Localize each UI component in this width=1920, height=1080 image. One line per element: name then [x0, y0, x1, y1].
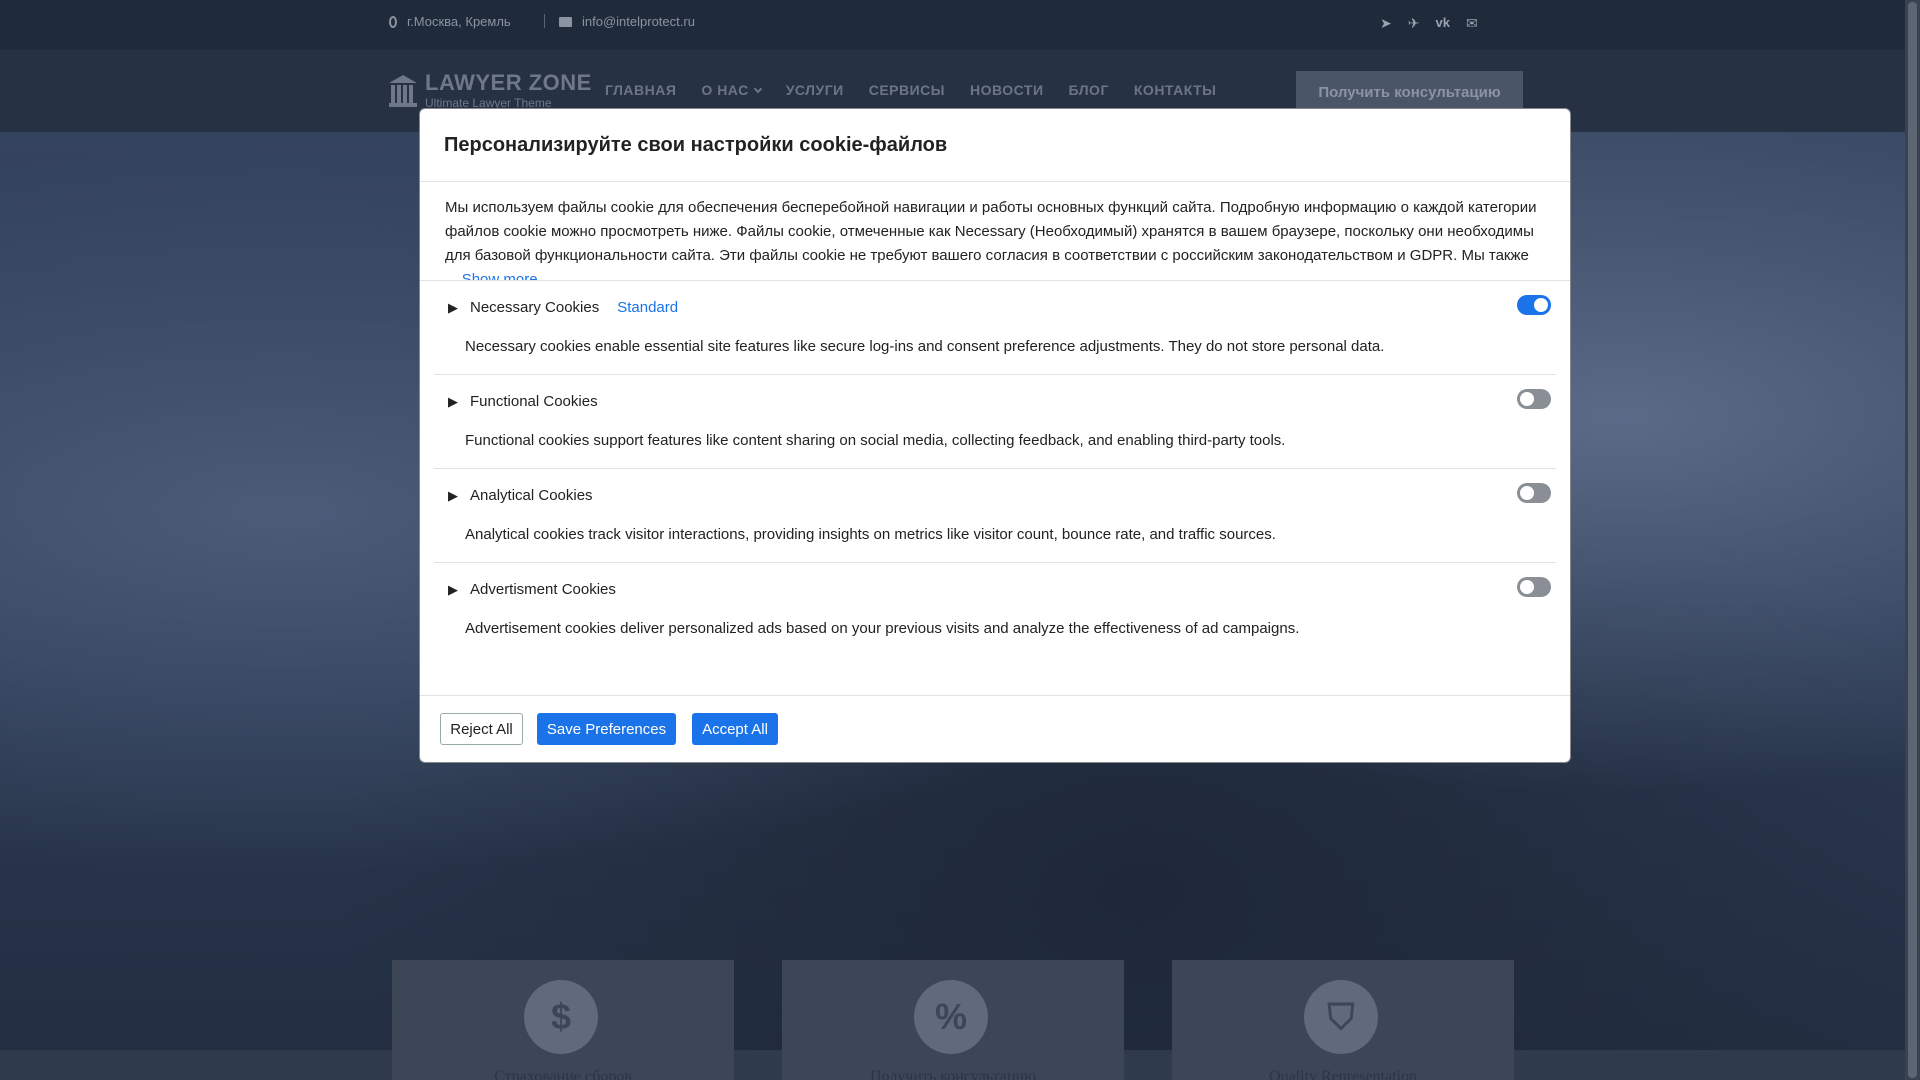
email-link[interactable]: info@intelprotect.ru	[582, 14, 695, 29]
logo-title: LAWYER ZONE	[425, 70, 592, 95]
telegram-icon[interactable]: ✈	[1408, 15, 1420, 32]
scrollbar-thumb[interactable]	[1908, 2, 1917, 1078]
percent-icon: %	[914, 980, 988, 1054]
category-necessary: ▶ Necessary Cookies Standard Necessary c…	[434, 281, 1556, 375]
address-text: г.Москва, Кремль	[407, 14, 511, 29]
nav-item-tools[interactable]: СЕРВИСЫ	[869, 82, 945, 98]
category-analytical: ▶ Analytical Cookies Analytical cookies …	[434, 469, 1556, 563]
paper-plane-icon[interactable]: ➤	[1380, 15, 1392, 32]
show-more-row: ... Show more	[445, 268, 546, 281]
vk-icon[interactable]: vk	[1435, 15, 1449, 32]
social-links: ➤ ✈ vk ✉	[1380, 15, 1478, 32]
expand-arrow-icon[interactable]: ▶	[448, 582, 458, 598]
expand-arrow-icon[interactable]: ▶	[448, 300, 458, 316]
show-more-link[interactable]: Show more	[462, 271, 538, 280]
category-description: Necessary cookies enable essential site …	[465, 338, 1385, 355]
category-name: Functional Cookies	[470, 393, 598, 410]
chevron-down-icon	[753, 84, 762, 94]
feature-card-title: Страхование сборов	[494, 1068, 632, 1080]
modal-header: Персонализируйте свои настройки cookie-ф…	[420, 109, 1570, 182]
category-header[interactable]: ▶ Necessary Cookies Standard	[448, 299, 678, 316]
page-scrollbar[interactable]	[1905, 0, 1920, 1080]
analytical-toggle[interactable]	[1517, 483, 1551, 503]
nav-item-services[interactable]: УСЛУГИ	[786, 82, 844, 98]
expand-arrow-icon[interactable]: ▶	[448, 488, 458, 504]
save-preferences-button[interactable]: Save Preferences	[537, 713, 676, 745]
category-name: Advertisment Cookies	[470, 581, 616, 598]
category-description: Functional cookies support features like…	[465, 432, 1286, 449]
feature-card-title: Получить консультацию	[870, 1068, 1036, 1080]
top-bar: г.Москва, Кремль info@intelprotect.ru ➤ …	[0, 0, 1905, 50]
nav-item-about-label: О НАС	[701, 82, 749, 98]
category-header[interactable]: ▶ Analytical Cookies	[448, 487, 593, 504]
nav-menu: ГЛАВНАЯ О НАС УСЛУГИ СЕРВИСЫ НОВОСТИ БЛО…	[605, 82, 1216, 98]
shield-icon: ⛉	[1304, 980, 1378, 1054]
cookie-intro-text: Мы используем файлы cookie для обеспечен…	[445, 199, 1537, 264]
ellipsis: ...	[445, 271, 458, 281]
expand-arrow-icon[interactable]: ▶	[448, 394, 458, 410]
category-header[interactable]: ▶ Advertisment Cookies	[448, 581, 616, 598]
necessary-toggle[interactable]	[1517, 295, 1551, 315]
accept-all-button[interactable]: Accept All	[692, 713, 778, 745]
reject-all-button[interactable]: Reject All	[440, 713, 523, 745]
standard-badge: Standard	[617, 299, 679, 316]
nav-item-news[interactable]: НОВОСТИ	[970, 82, 1044, 98]
category-header[interactable]: ▶ Functional Cookies	[448, 393, 598, 410]
nav-item-home[interactable]: ГЛАВНАЯ	[605, 82, 676, 98]
nav-item-blog[interactable]: БЛОГ	[1069, 82, 1109, 98]
modal-title: Персонализируйте свои настройки cookie-ф…	[444, 134, 948, 156]
advertisement-toggle[interactable]	[1517, 577, 1551, 597]
category-functional: ▶ Functional Cookies Functional cookies …	[434, 375, 1556, 469]
functional-toggle[interactable]	[1517, 389, 1551, 409]
envelope-icon	[559, 16, 572, 27]
category-name: Necessary Cookies	[470, 299, 600, 316]
consultation-button[interactable]: Получить консультацию	[1296, 71, 1523, 113]
feature-card[interactable]: ⛉ Quality Representation	[1172, 960, 1514, 1080]
feature-card[interactable]: % Получить консультацию	[782, 960, 1124, 1080]
email-block[interactable]: info@intelprotect.ru	[559, 14, 695, 29]
category-advertisement: ▶ Advertisment Cookies Advertisement coo…	[434, 563, 1556, 657]
nav-item-contacts[interactable]: КОНТАКТЫ	[1134, 82, 1216, 98]
cookie-preferences-modal: Персонализируйте свои настройки cookie-ф…	[419, 108, 1571, 763]
topbar-divider	[544, 14, 545, 28]
feature-card[interactable]: $ Страхование сборов	[392, 960, 734, 1080]
money-icon: $	[524, 980, 598, 1054]
address-block: г.Москва, Кремль	[389, 14, 511, 29]
site-logo[interactable]: LAWYER ZONE Ultimate Lawyer Theme	[389, 72, 592, 109]
category-description: Advertisement cookies deliver personaliz…	[465, 620, 1300, 637]
modal-footer: Reject All Save Preferences Accept All	[420, 695, 1570, 762]
envelope-icon[interactable]: ✉	[1466, 15, 1478, 32]
cookie-intro: Мы используем файлы cookie для обеспечен…	[420, 182, 1570, 281]
feature-card-title: Quality Representation	[1269, 1068, 1417, 1080]
courthouse-icon	[389, 74, 417, 107]
map-pin-icon	[389, 15, 397, 28]
nav-item-about[interactable]: О НАС	[701, 82, 762, 98]
cookie-categories: ▶ Necessary Cookies Standard Necessary c…	[434, 281, 1556, 657]
category-description: Analytical cookies track visitor interac…	[465, 526, 1276, 543]
category-name: Analytical Cookies	[470, 487, 593, 504]
